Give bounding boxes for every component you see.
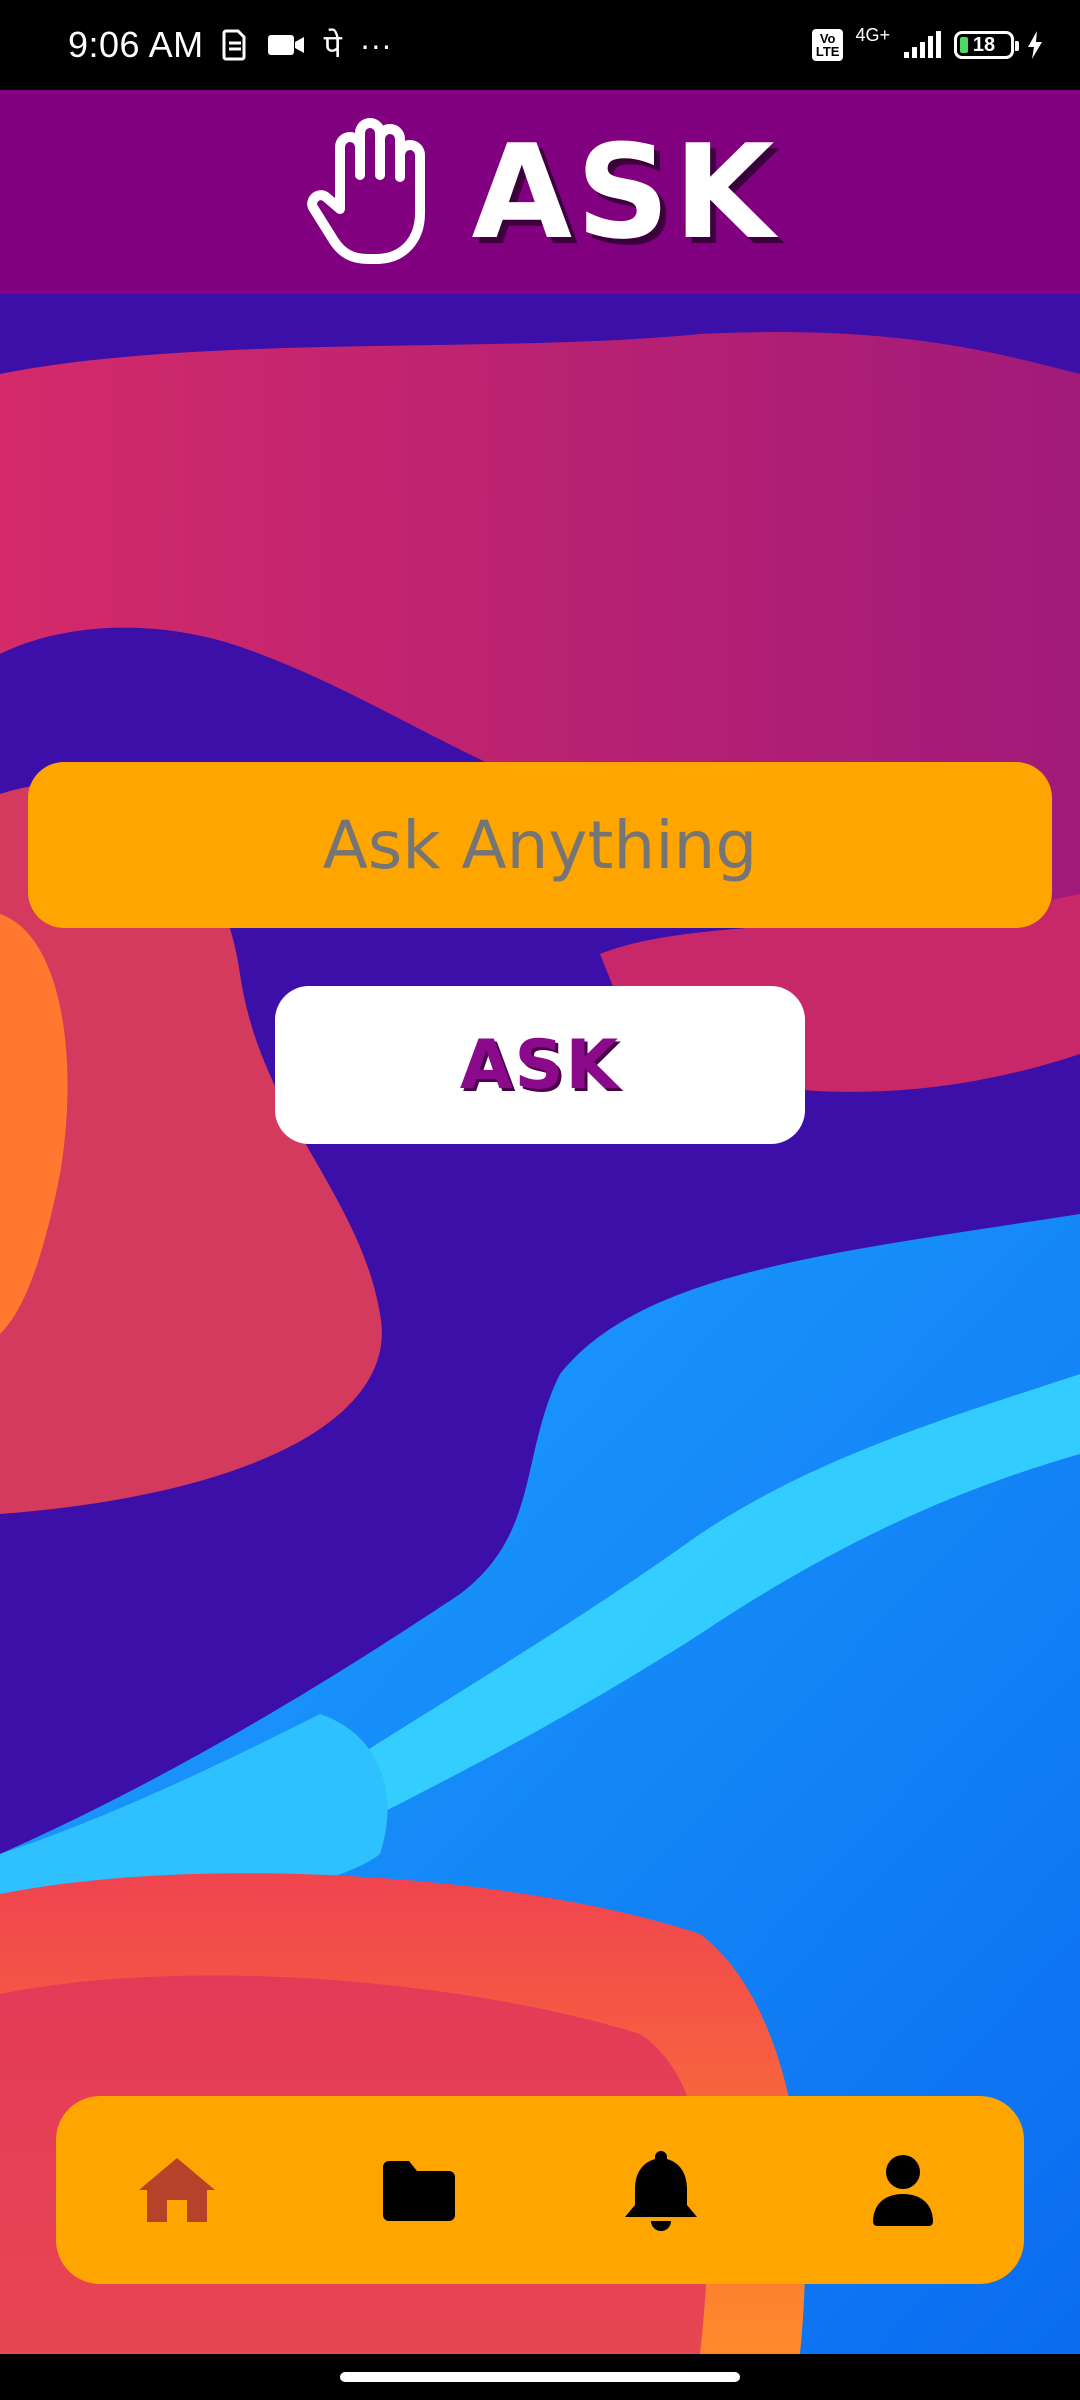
ask-button-label: ASK [459, 1025, 621, 1105]
volte-bottom-text: LTE [815, 44, 840, 59]
app-title: ASK [471, 116, 779, 268]
charging-bolt-icon [1026, 25, 1044, 65]
app-header: ASK [0, 90, 1080, 294]
sim-card-icon [222, 25, 248, 65]
user-icon [873, 2155, 933, 2226]
status-time: 9:06 AM [68, 24, 204, 65]
nav-profile[interactable] [843, 2130, 963, 2250]
battery-icon: 18 [954, 31, 1019, 59]
gesture-area [0, 2354, 1080, 2400]
volte-badge: Vo LTE [811, 29, 844, 61]
nav-home[interactable] [117, 2130, 237, 2250]
bottom-navigation [56, 2096, 1024, 2284]
bell-icon [625, 2151, 697, 2231]
battery-level-fill [960, 37, 968, 53]
status-bar: 9:06 AM पे ··· Vo LTE 4G+ 18 [0, 0, 1080, 90]
more-notifications-icon: ··· [359, 26, 392, 63]
status-right: Vo LTE 4G+ 18 [811, 0, 1044, 90]
signal-bars-icon [902, 25, 942, 65]
home-icon [139, 2158, 215, 2222]
battery-percent: 18 [972, 33, 996, 56]
raised-hand-icon [306, 118, 425, 264]
abstract-fluid-background [0, 294, 1080, 2354]
home-gesture-bar[interactable] [340, 2372, 740, 2382]
nav-notifications[interactable] [601, 2130, 721, 2250]
nav-folder[interactable] [359, 2130, 479, 2250]
status-left: 9:06 AM पे ··· [68, 0, 392, 90]
ask-input-field[interactable] [28, 762, 1052, 928]
video-camera-icon [266, 25, 306, 65]
ask-button[interactable]: ASK [275, 986, 805, 1144]
folder-icon [383, 2161, 455, 2221]
network-type: 4G+ [855, 24, 890, 45]
app-screen: 9:06 AM पे ··· Vo LTE 4G+ 18 ASK Ask Any… [0, 0, 1080, 2400]
hindi-app-glyph: पे [323, 27, 342, 64]
